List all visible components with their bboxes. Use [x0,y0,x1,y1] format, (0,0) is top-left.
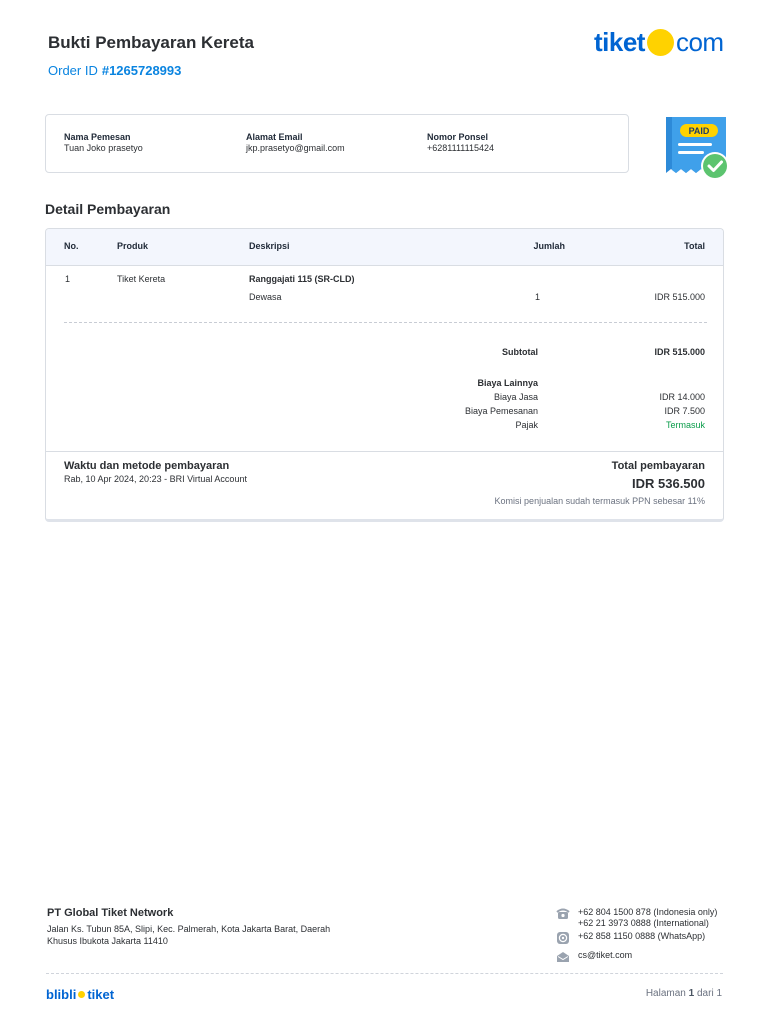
paid-receipt-icon: PAID [666,117,729,180]
page-title: Bukti Pembayaran Kereta [48,33,254,52]
brand-dot-icon [78,991,86,998]
col-header-produk: Produk [117,241,149,251]
contact-phone: +62 804 1500 878 (Indonesia only) +62 21… [556,907,717,929]
subtotal-label: Subtotal [502,347,538,357]
total-payment-label: Total pembayaran [611,460,705,472]
customer-phone: +6281111115424 [427,143,494,153]
brand-left-text: blibli [46,987,77,1002]
row-produk: Tiket Kereta [117,274,166,284]
company-address: Jalan Ks. Tubun 85A, Slipi, Kec. Palmera… [47,924,331,946]
row-desc-title: Ranggajati 115 (SR-CLD) [249,274,355,284]
fee-value-jasa: IDR 14.000 [659,392,705,402]
page-indicator: Halaman 1 dari 1 [646,988,722,999]
row-no: 1 [65,274,71,284]
other-fees-label: Biaya Lainnya [477,378,538,388]
customer-phone-label: Nomor Ponsel [427,132,489,142]
payment-method-value: Rab, 10 Apr 2024, 20:23 - BRI Virtual Ac… [64,474,247,484]
phone-icon [556,908,570,919]
table-header: No. Produk Deskripsi Jumlah Total [46,229,723,266]
subtotal-value: IDR 515.000 [654,347,705,357]
col-header-total: Total [684,241,705,251]
blibli-tiket-logo: blibli tiket [46,987,114,1002]
phone-indonesia: +62 804 1500 878 (Indonesia only) [578,907,718,917]
contact-whatsapp: +62 858 1150 0888 (WhatsApp) [556,931,705,945]
page-current: 1 [688,988,695,999]
fee-value-pemesanan: IDR 7.500 [664,406,705,416]
fee-label-pajak: Pajak [515,420,538,430]
customer-email: jkp.prasetyo@gmail.com [246,143,345,153]
fee-label-jasa: Biaya Jasa [493,392,538,402]
paid-badge-text: PAID [689,126,710,136]
support-email: cs@tiket.com [578,950,633,960]
whatsapp-number: +62 858 1150 0888 (WhatsApp) [578,931,706,941]
order-id-label: Order ID [48,63,98,78]
total-payment-value: IDR 536.500 [632,476,705,491]
mail-icon [557,952,569,962]
col-header-deskripsi: Deskripsi [249,241,290,251]
row-jumlah: 1 [534,292,540,302]
vat-note: Komisi penjualan sudah termasuk PPN sebe… [494,496,705,506]
tiket-logo: tiket com [594,26,724,58]
col-header-no: No. [64,241,79,251]
contact-email: cs@tiket.com [556,950,632,964]
customer-name-label: Nama Pemesan [64,132,131,142]
order-id: Order ID #1265728993 [48,63,181,78]
customer-info-box: Nama Pemesan Tuan Joko prasetyo Alamat E… [45,114,629,173]
customer-phone-block: Nomor Ponsel +6281111115424 [427,132,494,154]
logo-text-right: com [675,26,724,57]
section-title-detail: Detail Pembayaran [45,201,171,217]
customer-name: Tuan Joko prasetyo [64,143,143,153]
payment-detail-table: No. Produk Deskripsi Jumlah Total 1 Tike… [45,228,724,522]
dashed-divider [64,322,707,323]
phone-international: +62 21 3973 0888 (International) [578,918,709,928]
footer-divider [46,973,723,974]
row-total: IDR 515.000 [654,292,705,302]
order-id-value: #1265728993 [101,63,182,78]
row-desc-sub: Dewasa [249,292,282,302]
company-name: PT Global Tiket Network [47,907,174,919]
page-suffix: dari 1 [696,988,722,999]
brand-right-text: tiket [87,987,115,1002]
payment-footer-divider [46,451,723,452]
whatsapp-icon [557,932,569,944]
logo-text-left: tiket [594,26,645,57]
customer-email-block: Alamat Email jkp.prasetyo@gmail.com [246,132,345,154]
customer-name-block: Nama Pemesan Tuan Joko prasetyo [64,132,143,154]
fee-value-pajak: Termasuk [665,420,705,430]
logo-dot-icon [646,28,674,56]
customer-email-label: Alamat Email [246,132,303,142]
col-header-jumlah: Jumlah [533,241,565,251]
payment-method-title: Waktu dan metode pembayaran [64,460,230,472]
fee-label-pemesanan: Biaya Pemesanan [464,406,538,416]
page-prefix: Halaman [645,988,686,999]
